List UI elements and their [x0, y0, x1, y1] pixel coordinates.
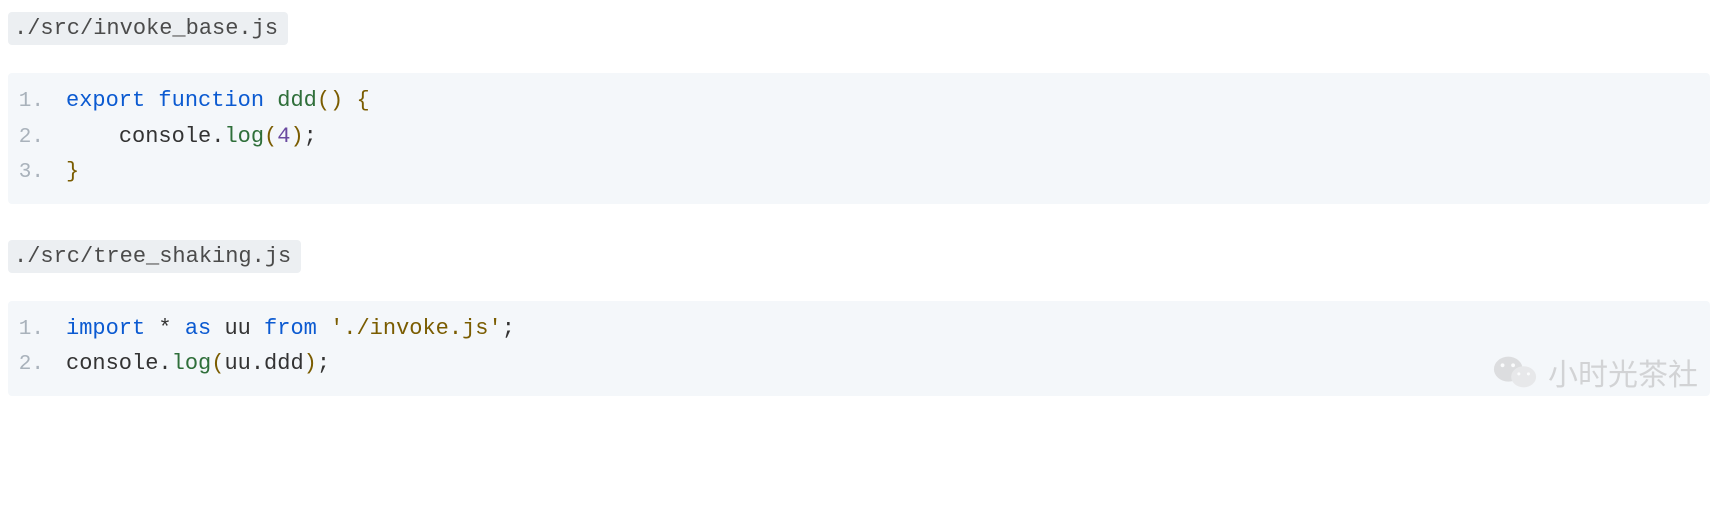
code-line: 1.export function ddd() { [8, 83, 1710, 119]
code-token: uu [224, 316, 250, 341]
code-token: function [158, 88, 264, 113]
code-block: 1.import * as uu from './invoke.js';2.co… [8, 301, 1710, 396]
code-token: ( [211, 351, 224, 376]
code-token: import [66, 316, 145, 341]
code-token [251, 316, 264, 341]
code-content: console.log(uu.ddd); [66, 346, 1710, 381]
code-token: ) [290, 124, 303, 149]
code-token [145, 316, 158, 341]
code-block: 1.export function ddd() {2. console.log(… [8, 73, 1710, 204]
line-number: 2. [8, 348, 66, 382]
code-token: log [224, 124, 264, 149]
code-token: console [119, 124, 211, 149]
code-token: * [158, 316, 171, 341]
code-token: . [211, 124, 224, 149]
code-line: 2.console.log(uu.ddd); [8, 346, 1710, 382]
code-token [145, 88, 158, 113]
code-token: . [158, 351, 171, 376]
code-token [66, 124, 119, 149]
code-line: 3.} [8, 154, 1710, 190]
code-content: } [66, 154, 1710, 189]
code-token [343, 88, 356, 113]
code-token: ; [317, 351, 330, 376]
code-token: ; [304, 124, 317, 149]
code-token: 4 [277, 124, 290, 149]
code-token [172, 316, 185, 341]
code-token [317, 316, 330, 341]
line-number: 1. [8, 313, 66, 347]
code-content: import * as uu from './invoke.js'; [66, 311, 1710, 346]
code-token: ) [304, 351, 317, 376]
code-token: } [66, 159, 79, 184]
code-line: 2. console.log(4); [8, 119, 1710, 155]
code-token: console [66, 351, 158, 376]
code-token: log [172, 351, 212, 376]
line-number: 3. [8, 156, 66, 190]
code-token: ; [502, 316, 515, 341]
code-line: 1.import * as uu from './invoke.js'; [8, 311, 1710, 347]
code-token: { [356, 88, 369, 113]
file-path-label: ./src/tree_shaking.js [8, 240, 301, 273]
file-path-label: ./src/invoke_base.js [8, 12, 288, 45]
code-token: ( [264, 124, 277, 149]
line-number: 1. [8, 85, 66, 119]
code-token: () [317, 88, 343, 113]
code-token: export [66, 88, 145, 113]
code-token: ddd [277, 88, 317, 113]
code-token: from [264, 316, 317, 341]
code-content: console.log(4); [66, 119, 1710, 154]
code-token: ddd [264, 351, 304, 376]
code-token: as [185, 316, 211, 341]
code-token [211, 316, 224, 341]
code-token: './invoke.js' [330, 316, 502, 341]
code-token: . [251, 351, 264, 376]
code-content: export function ddd() { [66, 83, 1710, 118]
line-number: 2. [8, 121, 66, 155]
code-token [264, 88, 277, 113]
code-token: uu [224, 351, 250, 376]
